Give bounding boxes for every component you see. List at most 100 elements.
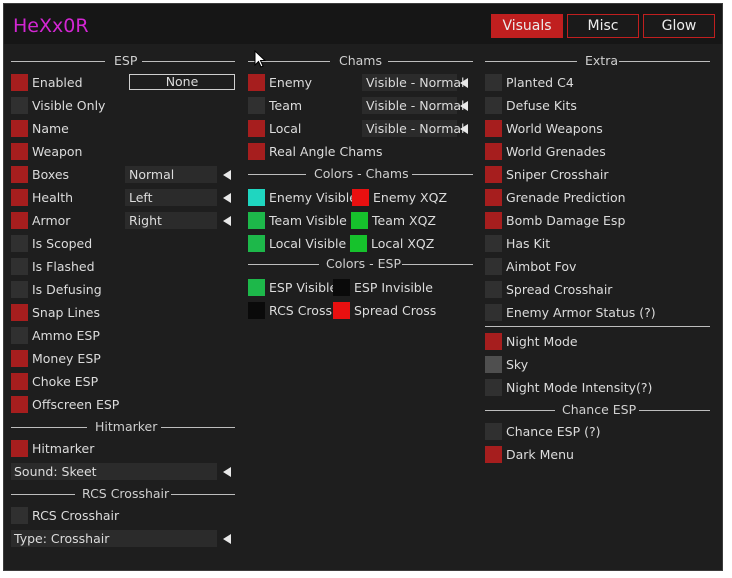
crosshair-type-select[interactable]: Type: Crosshair: [11, 530, 217, 547]
health-arrow-icon[interactable]: [223, 193, 231, 203]
local-chams-select[interactable]: Visible - Normal: [362, 120, 465, 137]
checkbox[interactable]: [485, 281, 502, 298]
checkbox[interactable]: [485, 379, 502, 396]
checkbox[interactable]: [11, 74, 28, 91]
checkbox-label: Defuse Kits: [506, 98, 577, 113]
extra-section-header: Extra: [485, 53, 710, 68]
tab-misc[interactable]: Misc: [567, 14, 639, 38]
color-label: Team XQZ: [372, 213, 436, 228]
sound-select[interactable]: Sound: Skeet: [11, 463, 217, 480]
checkbox[interactable]: [11, 143, 28, 160]
checkbox-label: Name: [32, 121, 69, 136]
checkbox-label: Armor: [32, 213, 71, 228]
checkbox[interactable]: [485, 333, 502, 350]
boxes-select[interactable]: Normal: [125, 166, 217, 183]
esp-section-header: ESP: [11, 53, 235, 68]
checkbox[interactable]: [485, 212, 502, 229]
checkbox-label: Aimbot Fov: [506, 259, 577, 274]
color-label: Team Visible: [269, 213, 347, 228]
color-label: ESP Visible: [269, 280, 338, 295]
enemy-chams-select[interactable]: Visible - Normal: [362, 74, 465, 91]
checkbox[interactable]: [485, 143, 502, 160]
checkbox[interactable]: [485, 120, 502, 137]
armor-arrow-icon[interactable]: [223, 216, 231, 226]
enemy-chams-arrow-icon[interactable]: [460, 78, 468, 88]
checkbox[interactable]: [11, 373, 28, 390]
checkbox[interactable]: [11, 281, 28, 298]
checkbox[interactable]: [485, 423, 502, 440]
checkbox[interactable]: [11, 350, 28, 367]
checkbox-label: Weapon: [32, 144, 83, 159]
checkbox[interactable]: [11, 189, 28, 206]
checkbox[interactable]: [485, 235, 502, 252]
checkbox[interactable]: [11, 327, 28, 344]
none-button[interactable]: None: [129, 74, 235, 90]
color-swatch[interactable]: [333, 302, 350, 319]
checkbox[interactable]: [485, 304, 502, 321]
checkbox-label: Money ESP: [32, 351, 101, 366]
checkbox[interactable]: [11, 440, 28, 457]
checkbox-label: Is Defusing: [32, 282, 102, 297]
checkbox-label: Enemy: [269, 75, 313, 90]
color-label: Spread Cross: [354, 303, 437, 318]
sound-arrow-icon[interactable]: [223, 467, 231, 477]
color-swatch[interactable]: [350, 235, 367, 252]
checkbox[interactable]: [248, 143, 265, 160]
checkbox-label: Spread Crosshair: [506, 282, 613, 297]
local-chams-arrow-icon[interactable]: [460, 124, 468, 134]
hitmarker-section-header: Hitmarker: [11, 419, 235, 434]
checkbox-label: Dark Menu: [506, 447, 574, 462]
checkbox-label: Real Angle Chams: [269, 144, 383, 159]
checkbox-label: Choke ESP: [32, 374, 99, 389]
tab-visuals[interactable]: Visuals: [491, 14, 563, 38]
checkbox[interactable]: [485, 189, 502, 206]
checkbox[interactable]: [485, 97, 502, 114]
color-swatch[interactable]: [248, 279, 265, 296]
color-swatch[interactable]: [248, 189, 265, 206]
mouse-cursor-icon: [254, 49, 267, 68]
app-title: HeXx0R: [13, 15, 89, 37]
checkbox[interactable]: [248, 74, 265, 91]
checkbox[interactable]: [11, 396, 28, 413]
checkbox-label: Night Mode Intensity(?): [506, 380, 653, 395]
checkbox[interactable]: [248, 120, 265, 137]
team-chams-arrow-icon[interactable]: [460, 101, 468, 111]
checkbox-label: Hitmarker: [32, 441, 95, 456]
color-swatch[interactable]: [333, 279, 350, 296]
boxes-arrow-icon[interactable]: [223, 170, 231, 180]
checkbox-label: Local: [269, 121, 302, 136]
color-swatch[interactable]: [248, 212, 265, 229]
checkbox[interactable]: [11, 166, 28, 183]
armor-select[interactable]: Right: [125, 212, 217, 229]
checkbox[interactable]: [11, 212, 28, 229]
tab-glow[interactable]: Glow: [643, 14, 715, 38]
checkbox[interactable]: [11, 97, 28, 114]
color-swatch[interactable]: [352, 189, 369, 206]
colors-chams-section-header: Colors - Chams: [248, 166, 473, 181]
checkbox[interactable]: [11, 258, 28, 275]
crosshair-type-arrow-icon[interactable]: [223, 534, 231, 544]
checkbox[interactable]: [11, 235, 28, 252]
color-swatch[interactable]: [248, 302, 265, 319]
checkbox-label: Bomb Damage Esp: [506, 213, 626, 228]
checkbox-label: RCS Crosshair: [32, 508, 120, 523]
checkbox[interactable]: [485, 74, 502, 91]
cheat-menu-window: HeXx0R Visuals Misc Glow ESP Enabled Non…: [3, 3, 723, 571]
checkbox-label: Is Flashed: [32, 259, 95, 274]
color-swatch[interactable]: [248, 235, 265, 252]
checkbox[interactable]: [11, 120, 28, 137]
checkbox[interactable]: [485, 446, 502, 463]
team-chams-select[interactable]: Visible - Normal: [362, 97, 465, 114]
checkbox[interactable]: [485, 258, 502, 275]
checkbox[interactable]: [485, 166, 502, 183]
checkbox[interactable]: [11, 507, 28, 524]
checkbox[interactable]: [11, 304, 28, 321]
checkbox-label: Team: [269, 98, 303, 113]
health-select[interactable]: Left: [125, 189, 217, 206]
checkbox-label: Ammo ESP: [32, 328, 100, 343]
checkbox-label: Chance ESP (?): [506, 424, 601, 439]
color-label: Enemy Visible: [269, 190, 357, 205]
checkbox[interactable]: [485, 356, 502, 373]
checkbox[interactable]: [248, 97, 265, 114]
color-swatch[interactable]: [351, 212, 368, 229]
